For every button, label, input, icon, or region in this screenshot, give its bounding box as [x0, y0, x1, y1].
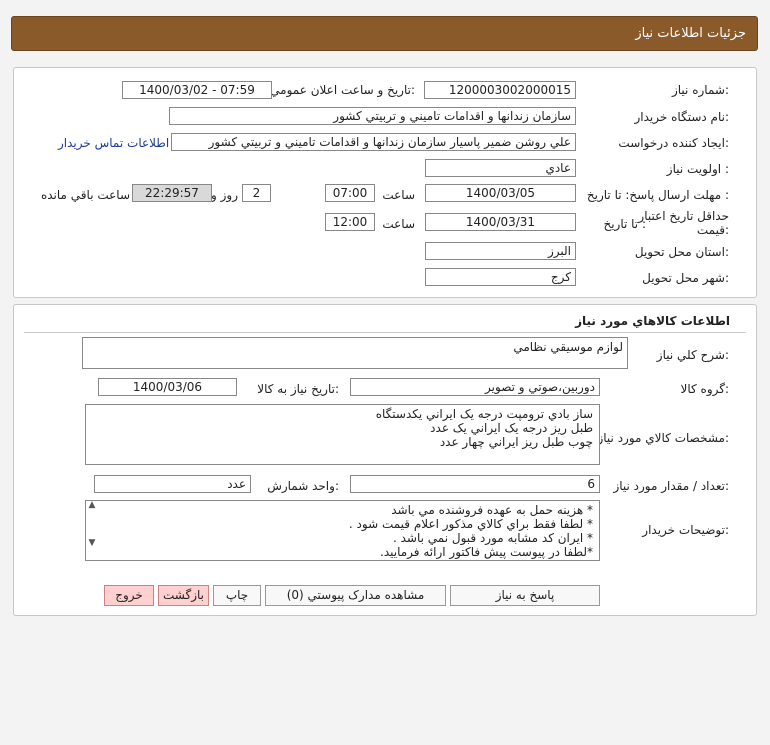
- validity-date-field: 1400/03/31: [425, 213, 576, 231]
- notes-line: . لطفا فقط براي کالاي مذکور اعلام قيمت ش…: [348, 517, 593, 531]
- buyer-label: نام دستگاه خريدار:: [634, 110, 730, 124]
- validity-label-1: حداقل تاريخ اعتبار: [638, 209, 729, 223]
- buyer-contact-link[interactable]: اطلاعات تماس خريدار: [58, 136, 169, 150]
- validity-label-2: قيمت:: [696, 223, 729, 237]
- priority-label: اولويت نياز :: [666, 162, 729, 176]
- need-number-label: شماره نياز:: [671, 83, 729, 97]
- group-label: گروه کالا:: [680, 382, 730, 396]
- notes-line: هزينه حمل به عهده فروشنده مي باشد *: [391, 503, 593, 517]
- announce-field: 1400/03/02 - 07:59: [122, 81, 272, 99]
- qty-label: تعداد / مقدار مورد نياز:: [613, 479, 729, 493]
- specs-line: طبل ريز درجه يک ايراني يک عدد: [430, 421, 593, 435]
- goods-section-title: اطلاعات کالاهاي مورد نياز: [575, 314, 730, 328]
- page-title: جزئيات اطلاعات نياز: [635, 26, 746, 41]
- goods-panel: اطلاعات کالاهاي مورد نياز شرح کلي نياز: …: [13, 304, 757, 616]
- unit-field: عدد: [94, 475, 251, 493]
- notes-scrollbar[interactable]: ▲ ▼: [85, 500, 99, 560]
- validity-until-label: تا تاريخ :: [603, 217, 646, 231]
- group-field: دوربين،صوتي و تصوير: [350, 378, 600, 396]
- send-date-field: 1400/03/05: [425, 184, 576, 202]
- page-header: جزئيات اطلاعات نياز: [11, 16, 758, 51]
- validity-time-field: 12:00: [325, 213, 375, 231]
- send-time-label: ساعت: [382, 188, 415, 202]
- reply-button[interactable]: پاسخ به نياز: [450, 585, 600, 606]
- days-field: 2: [242, 184, 271, 202]
- specs-line: چوب طبل ريز ايراني چهار عدد: [439, 435, 593, 449]
- back-button[interactable]: بازگشت: [158, 585, 209, 606]
- send-time-field: 07:00: [325, 184, 375, 202]
- scroll-down-icon[interactable]: ▼: [85, 538, 99, 548]
- attachments-button[interactable]: مشاهده مدارک پيوستي (0): [265, 585, 446, 606]
- scroll-up-icon[interactable]: ▲: [85, 500, 99, 510]
- announce-label: تاريخ و ساعت اعلان عمومي:: [270, 83, 415, 97]
- print-button[interactable]: چاپ: [213, 585, 261, 606]
- unit-label: واحد شمارش:: [267, 479, 339, 493]
- need-info-panel: شماره نياز: 1200003002000015 تاريخ و ساع…: [13, 67, 757, 298]
- need-number-field: 1200003002000015: [424, 81, 576, 99]
- qty-field: 6: [350, 475, 600, 493]
- specs-line: ساز بادي ترومپت درجه يک ايراني يکدستگاه: [375, 407, 593, 421]
- specs-label: مشخصات کالاي مورد نياز:: [597, 431, 729, 445]
- city-field: کرج: [425, 268, 576, 286]
- province-field: البرز: [425, 242, 576, 260]
- section-divider: [24, 332, 746, 333]
- summary-label: شرح کلي نياز:: [656, 348, 729, 362]
- notes-line: .لطفا در پيوست پيش فاکتور ارائه فرماييد*: [380, 545, 593, 559]
- need-date-label: تاريخ نياز به کالا:: [257, 382, 339, 396]
- summary-field: لوازم موسيقي نظامي: [82, 337, 628, 369]
- creator-field: علي روشن ضمير پاسيار سازمان زندانها و اق…: [171, 133, 576, 151]
- notes-line: . ايران کد مشابه مورد قبول نمي باشد *: [392, 531, 593, 545]
- creator-label: ايجاد کننده درخواست:: [618, 136, 729, 150]
- remaining-time-field: 22:29:57: [132, 184, 212, 202]
- notes-field[interactable]: هزينه حمل به عهده فروشنده مي باشد * . لط…: [85, 500, 600, 561]
- province-label: استان محل تحويل:: [634, 245, 729, 259]
- need-date-field: 1400/03/06: [98, 378, 237, 396]
- city-label: شهر محل تحويل:: [642, 271, 729, 285]
- send-deadline-label: مهلت ارسال پاسخ: تا تاريخ :: [586, 188, 729, 202]
- priority-field: عادي: [425, 159, 576, 177]
- specs-field: ساز بادي ترومپت درجه يک ايراني يکدستگاه …: [85, 404, 600, 465]
- remaining-label: ساعت باقي مانده: [40, 188, 130, 202]
- exit-button[interactable]: خروج: [104, 585, 154, 606]
- validity-time-label: ساعت: [382, 217, 415, 231]
- days-label: روز و: [211, 188, 238, 202]
- notes-label: توضيحات خريدار:: [642, 523, 729, 537]
- buyer-field: سازمان زندانها و اقدامات تاميني و تربيتي…: [169, 107, 576, 125]
